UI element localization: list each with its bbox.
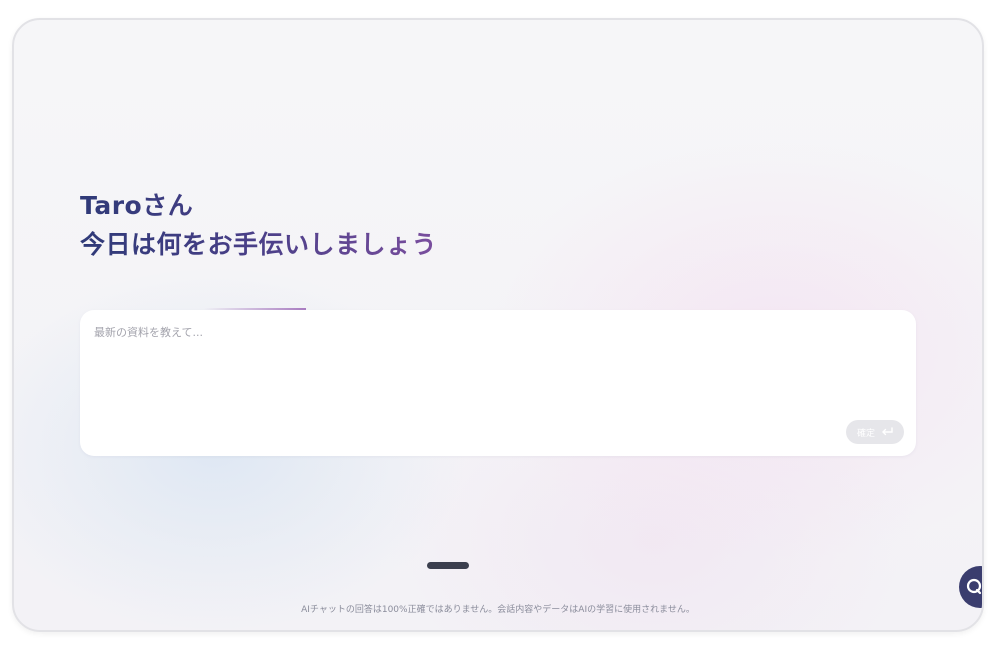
submit-button[interactable]: 確定 [846, 420, 904, 444]
disclaimer-text: AIチャットの回答は100%正確ではありません。会話内容やデータはAIの学習に使… [301, 605, 695, 615]
greeting-question: 今日は何をお手伝いしましょう [80, 230, 438, 259]
input-focus-accent [204, 308, 306, 310]
prompt-input[interactable] [92, 322, 896, 416]
app-screen: Taroさん 今日は何をお手伝いしましょう 確定 AIチャットの回答は100%正… [12, 18, 984, 632]
greeting-heading: Taroさん 今日は何をお手伝いしましょう [80, 186, 437, 264]
greeting-name: Taroさん [80, 191, 194, 220]
submit-label: 確定 [856, 428, 875, 439]
home-indicator[interactable] [427, 562, 469, 569]
enter-arrow-icon [882, 427, 893, 436]
prompt-card: 確定 [80, 310, 916, 456]
chat-bubble-icon [966, 578, 982, 595]
